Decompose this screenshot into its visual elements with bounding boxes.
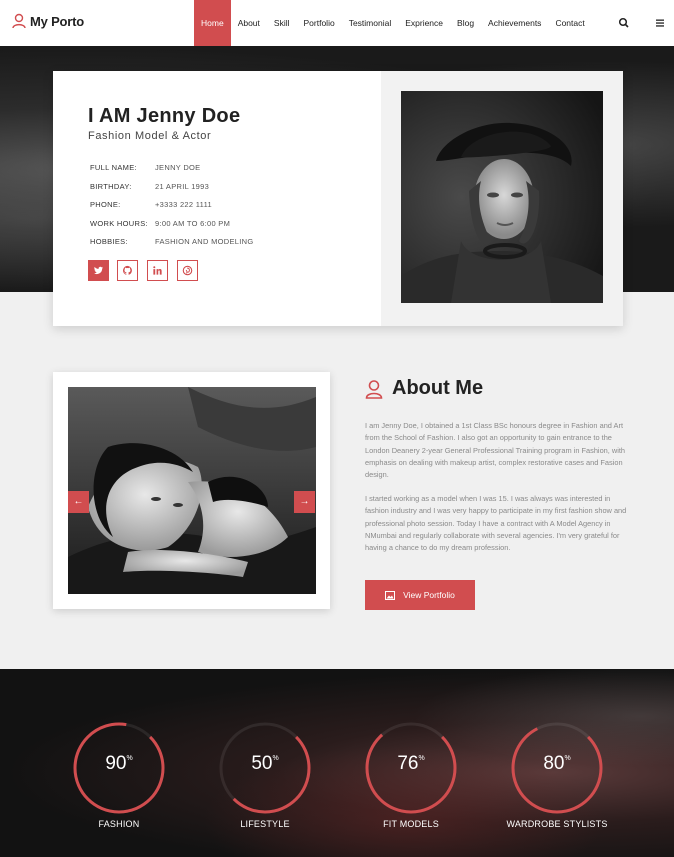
- image-icon: [385, 590, 396, 600]
- skill-percentage: 90%: [105, 753, 133, 774]
- profile-photo: [401, 91, 603, 303]
- twitter-button[interactable]: [88, 260, 109, 281]
- about-title: About Me: [392, 377, 484, 399]
- hamburger-icon[interactable]: [653, 16, 667, 30]
- profile-role: Fashion Model & Actor: [88, 130, 212, 142]
- info-value: +3333 222 1111: [155, 200, 212, 209]
- info-key: WORK HOURS:: [90, 219, 148, 228]
- pinterest-icon: [182, 265, 193, 276]
- nav-item-home[interactable]: Home: [194, 0, 231, 46]
- skill-label: LIFESTYLE: [240, 819, 290, 829]
- skill-label: WARDROBE STYLISTS: [506, 819, 608, 829]
- skill-fit-models: 76% FIT MODELS: [361, 718, 461, 838]
- user-icon: [365, 380, 383, 399]
- profile-name: I AM Jenny Doe: [88, 105, 241, 127]
- nav-item-achievements[interactable]: Achievements: [481, 0, 548, 46]
- nav-item-blog[interactable]: Blog: [450, 0, 481, 46]
- skill-percentage: 76%: [397, 753, 425, 774]
- info-value: FASHION AND MODELING: [155, 237, 254, 246]
- user-icon: [12, 13, 26, 29]
- nav-item-exprience[interactable]: Exprience: [398, 0, 450, 46]
- skill-percentage: 80%: [543, 753, 571, 774]
- nav-item-contact[interactable]: Contact: [548, 0, 591, 46]
- info-key: PHONE:: [90, 200, 121, 209]
- info-value: JENNY DOE: [155, 163, 201, 172]
- skill-lifestyle: 50% LIFESTYLE: [215, 718, 315, 838]
- info-value: 9:00 AM TO 6:00 PM: [155, 219, 231, 228]
- gallery-prev-button[interactable]: ←: [68, 491, 89, 513]
- nav-item-about[interactable]: About: [231, 0, 267, 46]
- github-icon: [123, 265, 132, 275]
- view-portfolio-button[interactable]: View Portfolio: [365, 580, 475, 610]
- top-nav: My Porto Home About Skill Portfolio Test…: [0, 0, 674, 46]
- nav-item-testimonial[interactable]: Testimonial: [342, 0, 399, 46]
- skill-fashion: 90% FASHION: [69, 718, 169, 838]
- nav-item-portfolio[interactable]: Portfolio: [297, 0, 342, 46]
- linkedin-button[interactable]: [147, 260, 168, 281]
- info-key: FULL NAME:: [90, 163, 137, 172]
- skill-label: FIT MODELS: [383, 819, 439, 829]
- pinterest-button[interactable]: [177, 260, 198, 281]
- skill-label: FASHION: [98, 819, 140, 829]
- twitter-icon: [93, 266, 104, 275]
- logo-text: My Porto: [30, 13, 85, 29]
- view-portfolio-label: View Portfolio: [403, 590, 455, 600]
- logo[interactable]: My Porto: [12, 13, 84, 29]
- gallery-next-button[interactable]: →: [294, 491, 315, 513]
- skill-wardrobe-stylists: 80% WARDROBE STYLISTS: [506, 718, 607, 838]
- main-menu: Home About Skill Portfolio Testimonial E…: [194, 0, 592, 46]
- search-icon[interactable]: [617, 16, 631, 30]
- linkedin-icon: [153, 266, 162, 275]
- about-paragraph-1: I am Jenny Doe, I obtained a 1st Class B…: [365, 421, 626, 480]
- gallery-photo: [68, 387, 316, 594]
- info-key: BIRTHDAY:: [90, 182, 132, 191]
- github-button[interactable]: [117, 260, 138, 281]
- about-paragraph-2: I started working as a model when I was …: [365, 494, 627, 553]
- skill-percentage: 50%: [251, 753, 279, 774]
- info-value: 21 APRIL 1993: [155, 182, 210, 191]
- info-key: HOBBIES:: [90, 237, 128, 246]
- nav-item-skill[interactable]: Skill: [267, 0, 297, 46]
